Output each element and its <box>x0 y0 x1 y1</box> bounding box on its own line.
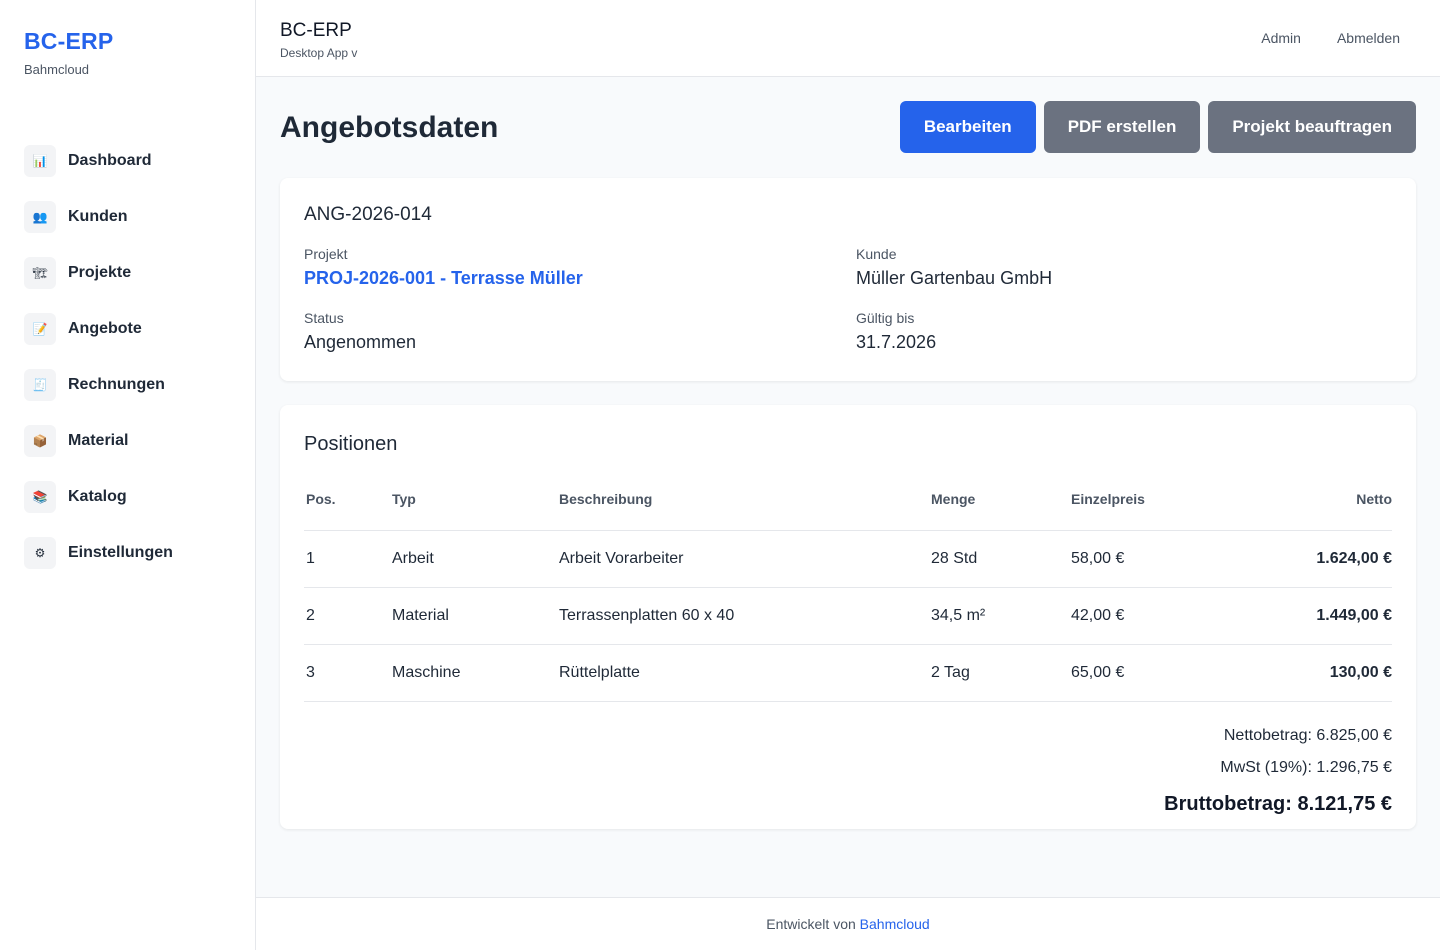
project-label: Projekt <box>304 246 348 262</box>
app-version: Desktop App v <box>280 46 358 60</box>
column-header-pos: Pos. <box>304 486 392 531</box>
footer-text: Entwickelt von <box>766 916 856 932</box>
sidebar-item-material[interactable]: 📦 Material <box>0 413 255 469</box>
project-link[interactable]: PROJ-2026-001 - Terrasse Müller <box>304 268 844 289</box>
valid-until-field: Gültig bis 31.7.2026 <box>856 310 1396 353</box>
cell-pos: 2 <box>304 587 392 645</box>
offer-info-grid: Projekt PROJ-2026-001 - Terrasse Müller … <box>304 246 1392 376</box>
positions-table: Pos. Typ Beschreibung Menge Einzelpreis … <box>304 486 1392 702</box>
construction-icon: 🏗 <box>24 257 56 289</box>
cell-menge: 28 Std <box>931 530 1071 588</box>
column-header-einzelpreis: Einzelpreis <box>1071 486 1221 531</box>
valid-until-label: Gültig bis <box>856 310 915 326</box>
page-title: Angebotsdaten <box>280 111 499 144</box>
status-field: Status Angenommen <box>304 310 844 353</box>
admin-link[interactable]: Admin <box>1261 30 1301 46</box>
net-total: Nettobetrag: 6.825,00 € <box>1223 726 1392 744</box>
action-buttons: Bearbeiten PDF erstellen Projekt beauftr… <box>899 101 1416 153</box>
page-header: Angebotsdaten Bearbeiten PDF erstellen P… <box>280 77 1416 177</box>
cell-einzelpreis: 42,00 € <box>1071 587 1221 645</box>
app-title: BC-ERP <box>280 20 352 41</box>
sidebar-item-dashboard[interactable]: 📊 Dashboard <box>0 133 255 189</box>
brand-company: Bahmcloud <box>24 62 90 77</box>
sidebar-item-projekte[interactable]: 🏗 Projekte <box>0 245 255 301</box>
users-icon: 👥 <box>24 201 56 233</box>
footer: Entwickelt von Bahmcloud <box>256 897 1440 950</box>
cell-typ: Material <box>392 587 559 645</box>
offer-number: ANG-2026-014 <box>304 204 432 225</box>
column-header-netto: Netto <box>1221 486 1392 531</box>
table-row: 3 Maschine Rüttelplatte 2 Tag 65,00 € 13… <box>304 644 1392 702</box>
column-header-beschreibung: Beschreibung <box>559 486 931 531</box>
footer-link[interactable]: Bahmcloud <box>860 916 930 932</box>
sidebar-item-einstellungen[interactable]: ⚙ Einstellungen <box>0 525 255 581</box>
positions-card: Positionen Pos. Typ Beschreibung Menge E… <box>280 405 1416 829</box>
gear-icon: ⚙ <box>24 537 56 569</box>
positions-title: Positionen <box>304 433 398 455</box>
cell-typ: Arbeit <box>392 530 559 588</box>
sidebar-item-kunden[interactable]: 👥 Kunden <box>0 189 255 245</box>
totals-block: Nettobetrag: 6.825,00 € MwSt (19%): 1.29… <box>304 720 1392 822</box>
sidebar-item-angebote[interactable]: 📝 Angebote <box>0 301 255 357</box>
sidebar-item-label: Katalog <box>68 488 127 505</box>
status-value: Angenommen <box>304 332 417 352</box>
sidebar-item-label: Kunden <box>68 208 128 225</box>
memo-icon: 📝 <box>24 313 56 345</box>
gross-total: Bruttobetrag: 8.121,75 € <box>1164 792 1392 815</box>
table-row: 2 Material Terrassenplatten 60 x 40 34,5… <box>304 587 1392 645</box>
customer-field: Kunde Müller Gartenbau GmbH <box>856 246 1396 289</box>
offer-info-card: ANG-2026-014 Projekt PROJ-2026-001 - Ter… <box>280 178 1416 381</box>
vat-total: MwSt (19%): 1.296,75 € <box>1220 758 1392 776</box>
cell-pos: 3 <box>304 644 392 702</box>
package-icon: 📦 <box>24 425 56 457</box>
user-menu: Admin Abmelden <box>1261 30 1400 46</box>
cell-einzelpreis: 58,00 € <box>1071 530 1221 588</box>
commission-project-button[interactable]: Projekt beauftragen <box>1208 101 1416 153</box>
main-content: Angebotsdaten Bearbeiten PDF erstellen P… <box>280 77 1416 829</box>
sidebar-item-rechnungen[interactable]: 🧾 Rechnungen <box>0 357 255 413</box>
chart-icon: 📊 <box>24 145 56 177</box>
logout-link[interactable]: Abmelden <box>1337 30 1400 46</box>
cell-pos: 1 <box>304 530 392 588</box>
books-icon: 📚 <box>24 481 56 513</box>
cell-einzelpreis: 65,00 € <box>1071 644 1221 702</box>
cell-menge: 34,5 m² <box>931 587 1071 645</box>
table-header-row: Pos. Typ Beschreibung Menge Einzelpreis … <box>304 486 1392 531</box>
sidebar-item-label: Material <box>68 432 129 449</box>
cell-beschreibung: Terrassenplatten 60 x 40 <box>559 587 931 645</box>
receipt-icon: 🧾 <box>24 369 56 401</box>
valid-until-value: 31.7.2026 <box>856 332 937 352</box>
cell-netto: 1.624,00 € <box>1221 530 1392 588</box>
sidebar-item-label: Einstellungen <box>68 544 173 561</box>
sidebar-item-katalog[interactable]: 📚 Katalog <box>0 469 255 525</box>
sidebar-nav: 📊 Dashboard 👥 Kunden 🏗 Projekte 📝 Angebo… <box>0 133 255 581</box>
column-header-typ: Typ <box>392 486 559 531</box>
customer-value: Müller Gartenbau GmbH <box>856 268 1053 288</box>
top-bar: BC-ERP Desktop App v Admin Abmelden <box>256 0 1440 77</box>
brand-title[interactable]: BC-ERP <box>24 28 231 55</box>
sidebar-item-label: Dashboard <box>68 152 152 169</box>
cell-beschreibung: Rüttelplatte <box>559 644 931 702</box>
brand: BC-ERP Bahmcloud <box>0 0 255 77</box>
customer-label: Kunde <box>856 246 897 262</box>
table-row: 1 Arbeit Arbeit Vorarbeiter 28 Std 58,00… <box>304 530 1392 588</box>
edit-button[interactable]: Bearbeiten <box>899 101 1036 153</box>
sidebar-item-label: Angebote <box>68 320 142 337</box>
cell-menge: 2 Tag <box>931 644 1071 702</box>
project-field: Projekt PROJ-2026-001 - Terrasse Müller <box>304 246 844 289</box>
sidebar: BC-ERP Bahmcloud 📊 Dashboard 👥 Kunden 🏗 … <box>0 0 256 950</box>
status-label: Status <box>304 310 344 326</box>
sidebar-item-label: Projekte <box>68 264 132 281</box>
create-pdf-button[interactable]: PDF erstellen <box>1043 101 1201 153</box>
sidebar-item-label: Rechnungen <box>68 376 165 393</box>
cell-beschreibung: Arbeit Vorarbeiter <box>559 530 931 588</box>
cell-netto: 1.449,00 € <box>1221 587 1392 645</box>
column-header-menge: Menge <box>931 486 1071 531</box>
cell-typ: Maschine <box>392 644 559 702</box>
cell-netto: 130,00 € <box>1221 644 1392 702</box>
